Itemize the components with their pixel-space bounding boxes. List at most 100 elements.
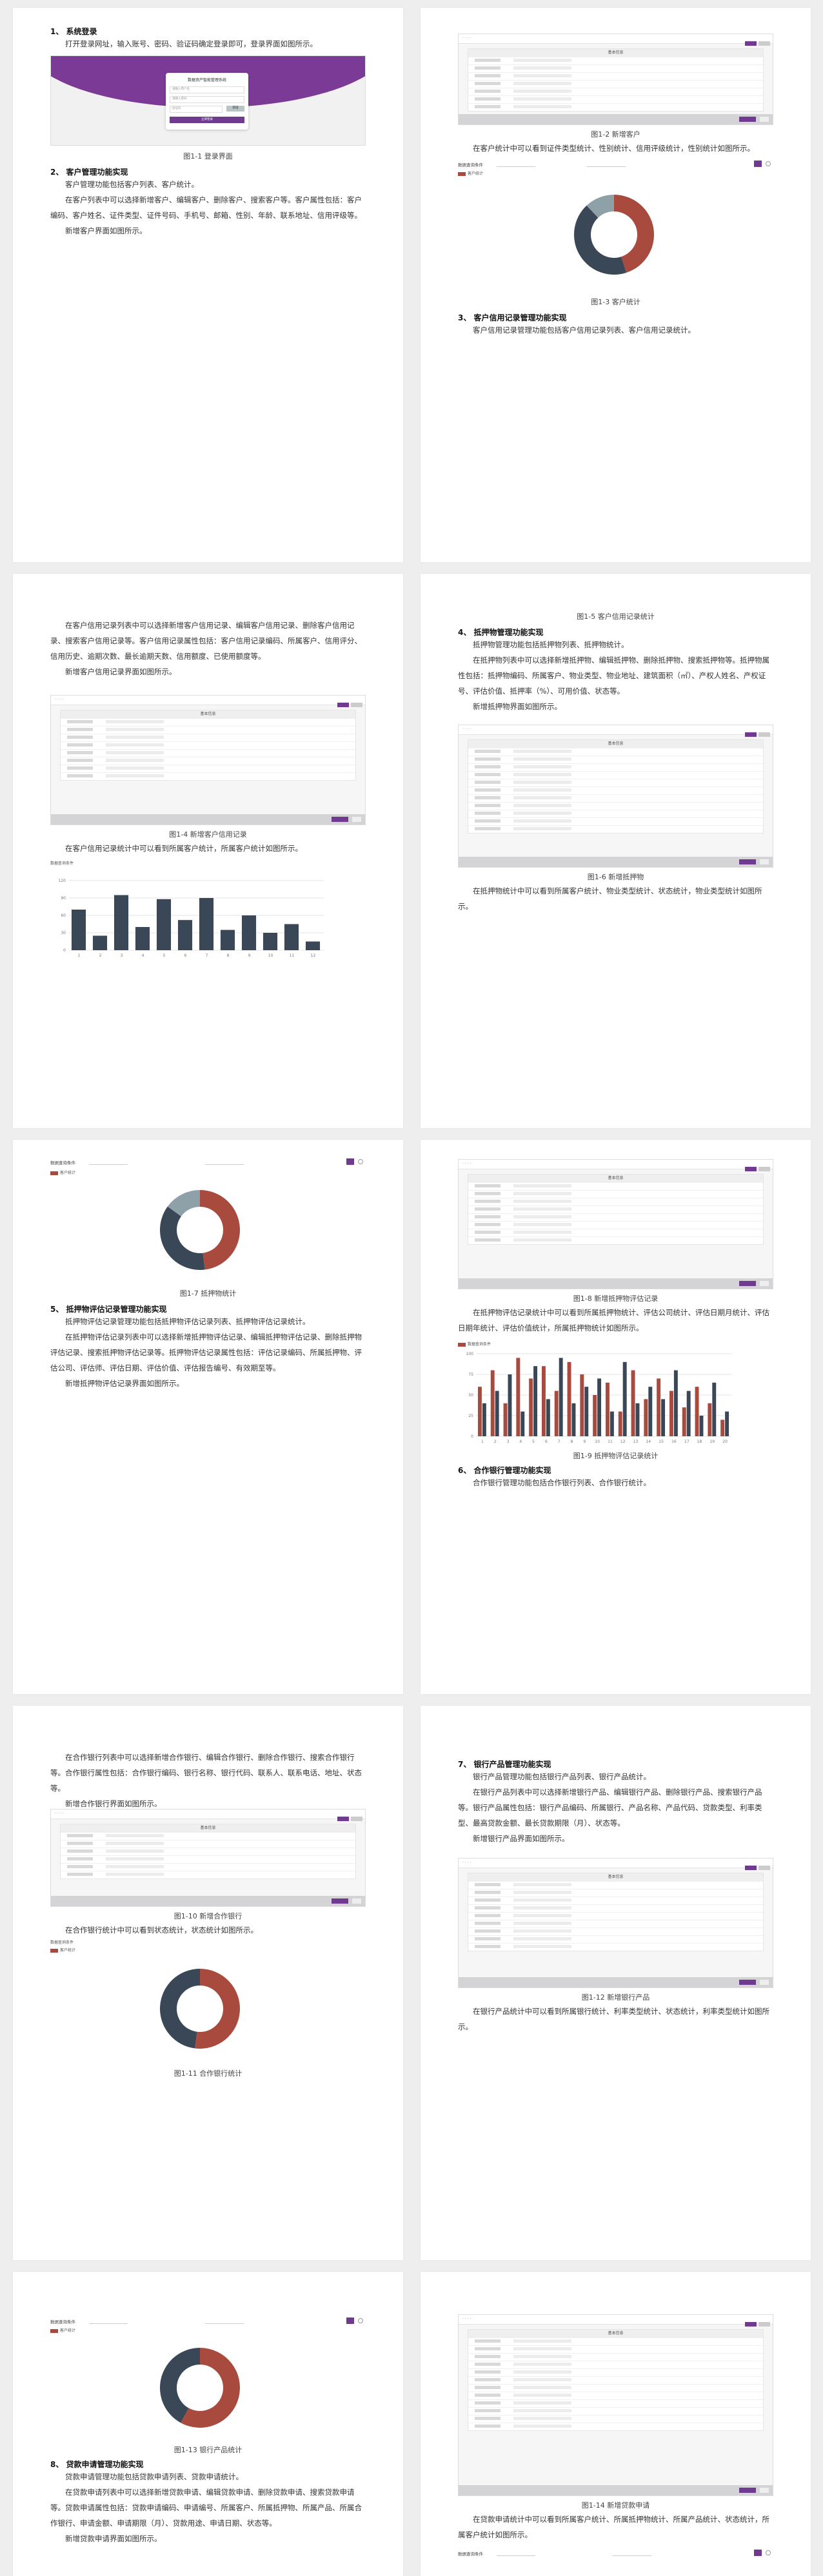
figure-caption: 图1-11 合作银行统计: [174, 2069, 243, 2078]
page-10: · · · · 基本信息 图1-14 新增贷款申请 在贷款申请统计中可以看到所属…: [421, 2272, 811, 2576]
x-tick-label: 3: [121, 953, 123, 958]
chart-legend: 数据查询条件: [50, 1940, 74, 1945]
page-3: 在客户信用记录列表中可以选择新增客户信用记录、编辑客户信用记录、删除客户信用记录…: [13, 574, 403, 1128]
x-tick-label: 15: [659, 1439, 664, 1444]
x-tick-label: 8: [571, 1439, 573, 1444]
x-tick-label: 16: [671, 1439, 677, 1444]
bar: [284, 924, 299, 950]
confirm-button[interactable]: [739, 859, 756, 864]
cancel-button[interactable]: [760, 859, 769, 864]
y-tick-label: 0: [63, 948, 66, 953]
bar: [644, 1399, 648, 1436]
search-button[interactable]: [346, 2317, 354, 2324]
filter-select[interactable]: [205, 2318, 244, 2324]
form-header: 基本信息: [468, 1175, 763, 1182]
bar: [199, 898, 214, 950]
page-1: 1、 系统登录 打开登录网址，输入账号、密码、验证码确定登录即可，登录界面如图所…: [13, 8, 403, 562]
x-tick-label: 14: [646, 1439, 651, 1444]
filter-select[interactable]: [613, 2550, 651, 2556]
confirm-button[interactable]: [332, 1898, 348, 1904]
confirm-button[interactable]: [739, 2488, 756, 2493]
bar: [597, 1378, 602, 1436]
cancel-button[interactable]: [760, 1281, 769, 1286]
cancel-button[interactable]: [760, 2488, 769, 2493]
bar: [720, 1420, 725, 1436]
refresh-icon[interactable]: [766, 161, 771, 166]
bar: [135, 927, 150, 950]
bar: [567, 1361, 571, 1436]
figure-caption: 图1-14 新增贷款申请: [581, 2501, 650, 2510]
section-title: 4、 抵押物管理功能实现: [458, 628, 544, 637]
x-tick-label: 2: [494, 1439, 497, 1444]
refresh-icon[interactable]: [358, 1159, 363, 1164]
cancel-button[interactable]: [760, 117, 769, 122]
bar: [725, 1411, 729, 1436]
paragraph: 在合作银行统计中可以看到状态统计，状态统计如图所示。: [65, 1926, 258, 1935]
paragraph: 在银行产品统计中可以看到所属银行统计、利率类型统计、状态统计，利率类型统计如图所…: [458, 2007, 769, 2031]
cancel-button[interactable]: [760, 1980, 769, 1985]
cancel-button[interactable]: [352, 817, 361, 822]
paragraph: 在贷款申请统计中可以看到所属客户统计、所属抵押物统计、所属产品统计、状态统计，所…: [458, 2515, 769, 2539]
filter-select[interactable]: [497, 2550, 535, 2556]
y-tick-label: 30: [61, 931, 66, 935]
x-tick-label: 4: [142, 953, 144, 958]
refresh-icon[interactable]: [358, 2318, 363, 2323]
x-tick-label: 10: [268, 953, 273, 958]
filter-select[interactable]: [89, 2318, 128, 2324]
pie-chart: [160, 1969, 241, 2049]
x-tick-label: 7: [558, 1439, 560, 1444]
figure-caption: 图1-10 新增合作银行: [174, 1912, 243, 1920]
filter-select[interactable]: [497, 161, 535, 167]
search-button[interactable]: [346, 1158, 354, 1165]
filter-select[interactable]: [587, 161, 626, 167]
bar: [661, 1399, 666, 1436]
confirm-button[interactable]: [332, 817, 348, 822]
bar: [114, 895, 129, 950]
page-2: · · · · 基本信息 图1-2 新增客户 在客户统计中可以看到证件类型统计、…: [421, 8, 811, 562]
bar: [541, 1366, 546, 1436]
pie-slice: [160, 1206, 205, 1270]
paragraph-block: 抵押物管理功能包括抵押物列表、抵押物统计。 在抵押物列表中可以选择新增抵押物、编…: [458, 640, 769, 711]
x-tick-label: 9: [248, 953, 251, 958]
bar: [92, 935, 108, 950]
figure-caption: 图1-3 客户统计: [591, 298, 640, 306]
x-tick-label: 6: [545, 1439, 548, 1444]
y-tick-label: 100: [466, 1352, 474, 1356]
bar: [263, 933, 278, 950]
captcha-image[interactable]: 验证: [226, 106, 244, 112]
page-8: 7、 银行产品管理功能实现 银行产品管理功能包括银行产品列表、银行产品统计。 在…: [421, 1706, 811, 2260]
figure-caption: 图1-2 新增客户: [591, 130, 640, 139]
username-field[interactable]: 请输入用户名: [170, 86, 244, 93]
paragraph: 在客户信用记录统计中可以看到所属客户统计，所属客户统计如图所示。: [65, 844, 302, 853]
confirm-button[interactable]: [739, 117, 756, 122]
password-field[interactable]: 请输入密码: [170, 96, 244, 103]
x-tick-label: 19: [709, 1439, 715, 1444]
confirm-button[interactable]: [739, 1980, 756, 1985]
x-tick-label: 9: [583, 1439, 586, 1444]
refresh-icon[interactable]: [766, 2550, 771, 2555]
pie-slice: [195, 1969, 241, 2049]
filter-select[interactable]: [205, 1159, 244, 1165]
bar: [593, 1395, 597, 1436]
bar-chart: 03060901201 2 3 4 5 6 7 8 9 10 11 12: [59, 879, 324, 958]
cancel-button[interactable]: [352, 1898, 361, 1904]
figure-caption: 图1-6 新增抵押物: [587, 873, 644, 881]
login-screenshot: 数据资产智能管理系统 请输入用户名 请输入密码 验证码 验证 立即登录: [50, 55, 366, 146]
y-tick-label: 120: [59, 879, 66, 883]
page-4: 图1-5 客户信用记录统计 4、 抵押物管理功能实现 抵押物管理功能包括抵押物列…: [421, 574, 811, 1128]
login-button[interactable]: 立即登录: [170, 117, 244, 123]
bar: [533, 1366, 538, 1436]
form-header: 基本信息: [468, 1873, 763, 1881]
form-header: 基本信息: [61, 1824, 355, 1832]
confirm-button[interactable]: [739, 1281, 756, 1286]
figure-caption: 图1-9 抵押物评估记录统计: [573, 1452, 659, 1460]
bar: [610, 1411, 614, 1436]
bar: [482, 1403, 486, 1436]
paragraph: 在抵押物统计中可以看到所属客户统计、物业类型统计、状态统计，物业类型统计如图所示…: [458, 886, 762, 911]
filter-bar: 数据查询条件: [458, 2549, 773, 2558]
search-button[interactable]: [754, 161, 762, 167]
captcha-field[interactable]: 验证码: [170, 106, 223, 113]
bar: [622, 1361, 627, 1436]
search-button[interactable]: [754, 2550, 762, 2556]
filter-select[interactable]: [89, 1159, 128, 1165]
